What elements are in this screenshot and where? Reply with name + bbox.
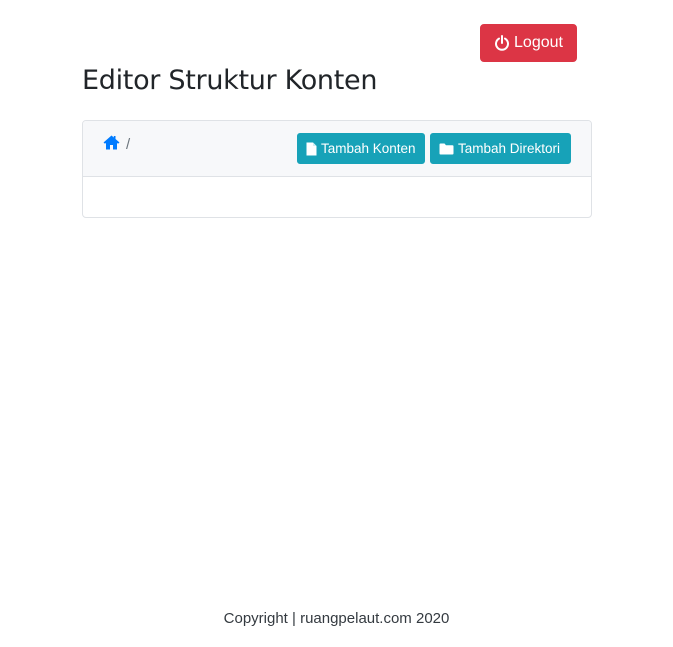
card-header: / Tambah Konten Tambah Direktori: [83, 121, 591, 177]
breadcrumb: /: [103, 135, 130, 154]
add-directory-button[interactable]: Tambah Direktori: [430, 133, 571, 164]
copyright-text: Copyright | ruangpelaut.com 2020: [223, 610, 450, 627]
page-title: Editor Struktur Konten: [82, 65, 378, 96]
folder-icon: [439, 143, 454, 155]
logout-button[interactable]: Logout: [480, 24, 577, 62]
card-body: [83, 177, 591, 217]
file-icon: [306, 142, 317, 156]
power-icon: [494, 35, 510, 51]
footer: Copyright | ruangpelaut.com 2020: [0, 610, 673, 627]
logout-label: Logout: [514, 34, 563, 51]
home-icon[interactable]: [103, 135, 120, 154]
breadcrumb-separator: /: [126, 136, 131, 153]
content-structure-card: / Tambah Konten Tambah Direktori: [82, 120, 592, 218]
add-content-label: Tambah Konten: [321, 141, 416, 156]
page: Logout Editor Struktur Konten / Tambah K…: [0, 0, 673, 647]
add-directory-label: Tambah Direktori: [458, 141, 561, 156]
add-content-button[interactable]: Tambah Konten: [297, 133, 425, 164]
